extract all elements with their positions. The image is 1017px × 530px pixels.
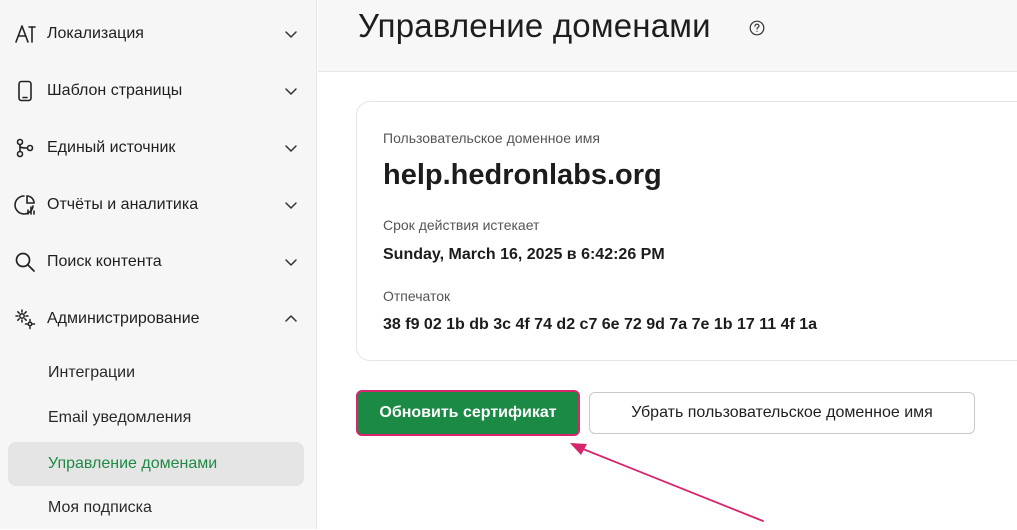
sidebar-subitem-label: Моя подписка [48,499,152,516]
sidebar-item-administration[interactable]: Администрирование [0,290,316,347]
text-size-icon [14,23,36,45]
sidebar: Локализация Шаблон страницы Единый источ… [0,0,317,529]
remove-custom-domain-button[interactable]: Убрать пользовательское доменное имя [589,392,975,434]
branch-icon [14,137,36,159]
domain-card: Пользовательское доменное имя help.hedro… [356,101,1017,361]
sidebar-item-label: Поиск контента [47,252,162,270]
question-circle-icon[interactable] [749,20,765,36]
page-header: Управление доменами [318,0,1017,72]
search-icon [14,251,36,273]
expiry-value: Sunday, March 16, 2025 в 6:42:26 PM [383,246,665,263]
chevron-down-icon [285,258,297,266]
sidebar-subitem-domain-management[interactable]: Управление доменами [8,442,304,486]
page-title: Управление доменами [358,7,711,44]
phone-icon [14,80,36,102]
gear-icon [14,308,36,330]
sidebar-subitem-label: Интеграции [48,364,136,381]
annotation-arrow-icon [570,443,764,522]
sidebar-item-single-source[interactable]: Единый источник [0,119,316,176]
expiry-label: Срок действия истекает [383,217,540,233]
chevron-down-icon [285,201,297,209]
sidebar-item-label: Отчёты и аналитика [47,195,199,213]
sidebar-subitem-label: Email уведомления [48,409,192,426]
sidebar-item-localization[interactable]: Локализация [0,5,316,62]
chart-icon [14,194,36,216]
fingerprint-label: Отпечаток [383,288,451,304]
chevron-down-icon [285,144,297,152]
chevron-down-icon [285,87,297,95]
chevron-down-icon [285,30,297,38]
sidebar-item-label: Локализация [47,24,144,42]
sidebar-item-content-search[interactable]: Поиск контента [0,233,316,290]
domain-value: help.hedronlabs.org [383,159,662,191]
sidebar-subitem-integrations[interactable]: Интеграции [8,351,304,395]
renew-certificate-button[interactable]: Обновить сертификат [356,390,580,436]
sidebar-subitem-email-notifications[interactable]: Email уведомления [8,396,304,440]
sidebar-item-label: Шаблон страницы [47,81,183,99]
domain-label: Пользовательское доменное имя [383,130,600,146]
sidebar-item-page-template[interactable]: Шаблон страницы [0,62,316,119]
sidebar-item-reports[interactable]: Отчёты и аналитика [0,176,316,233]
chevron-up-icon [285,314,297,322]
fingerprint-value: 38 f9 02 1b db 3c 4f 74 d2 c7 6e 72 9d 7… [383,316,818,333]
sidebar-subitem-label: Управление доменами [48,455,218,472]
sidebar-item-label: Единый источник [47,138,176,156]
sidebar-item-label: Администрирование [47,309,200,327]
sidebar-subitem-my-subscription[interactable]: Моя подписка [8,486,304,530]
